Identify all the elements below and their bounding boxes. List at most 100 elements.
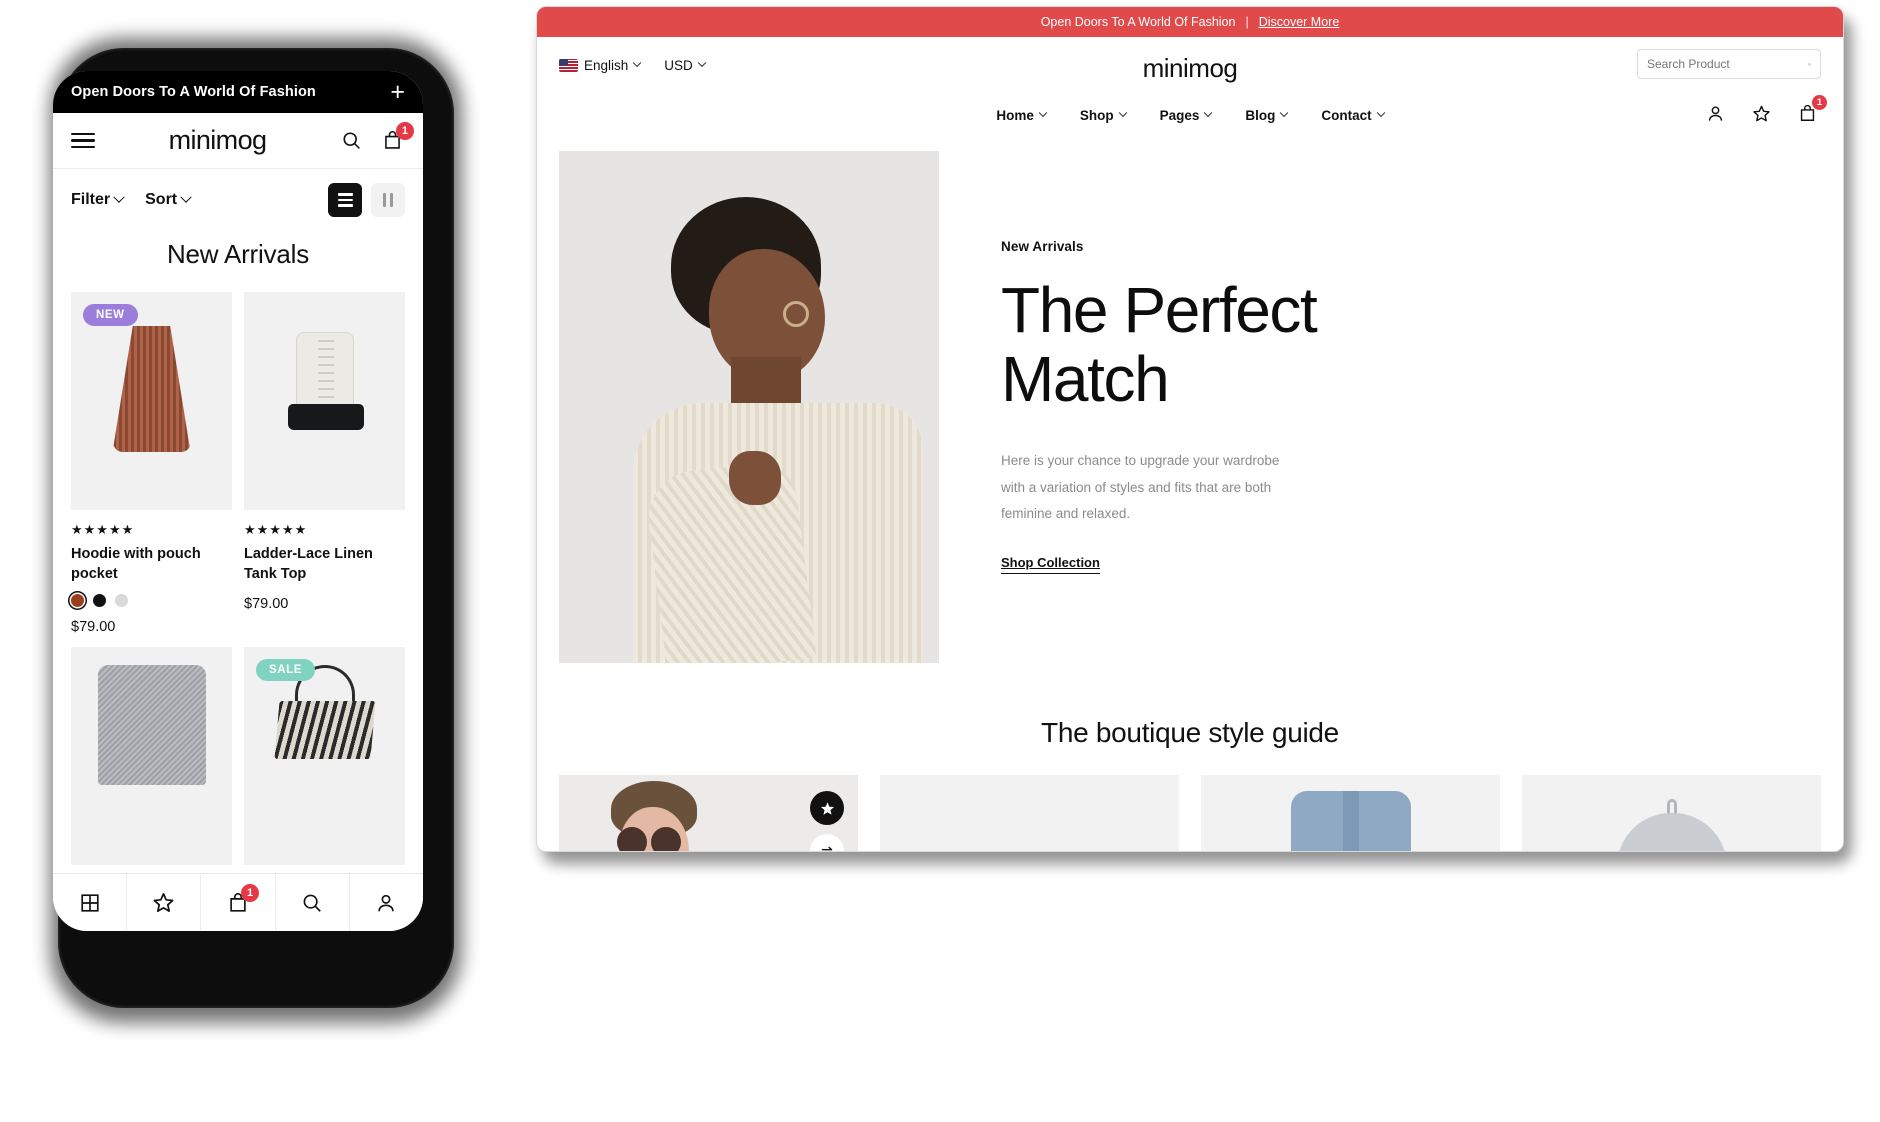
product-rating: ★★★★★ xyxy=(71,522,135,537)
mobile-page-title: New Arrivals xyxy=(166,239,310,269)
product-image[interactable]: NEW xyxy=(71,292,232,510)
chevron-down-icon xyxy=(697,58,707,68)
mobile-header-actions: 1 xyxy=(340,121,414,153)
chevron-down-icon xyxy=(1376,108,1385,118)
nav-item-contact[interactable]: Contact xyxy=(1321,107,1385,123)
mobile-announcement-bar[interactable]: Open Doors To A World Of Fashion + xyxy=(53,71,423,113)
cart-count-badge: 1 xyxy=(241,883,259,902)
color-swatch[interactable] xyxy=(93,594,106,607)
mobile-view-toggle-group xyxy=(328,183,405,217)
bottom-nav-account[interactable] xyxy=(350,874,423,931)
us-flag-icon xyxy=(559,58,578,72)
product-rating: ★★★★★ xyxy=(244,522,308,537)
search-icon xyxy=(303,894,322,912)
cart-icon[interactable]: 1 xyxy=(226,883,259,915)
star-icon xyxy=(153,893,174,912)
desktop-header-icons: 1 xyxy=(1703,95,1827,125)
product-photo-bag xyxy=(273,665,376,765)
search-input[interactable] xyxy=(1647,57,1802,71)
desktop-announcement-bar: Open Doors To A World Of Fashion | Disco… xyxy=(537,7,1843,37)
style-guide-card[interactable] xyxy=(1522,775,1821,851)
style-photo-denim-shirt xyxy=(1290,791,1411,851)
product-price: $79.00 xyxy=(244,596,289,612)
bottom-nav-wishlist[interactable] xyxy=(127,874,202,931)
chevron-down-icon xyxy=(180,191,192,203)
shop-collection-link[interactable]: Shop Collection xyxy=(1001,555,1100,575)
style-photo-garment xyxy=(1616,799,1727,851)
product-card[interactable]: SALE xyxy=(244,647,405,865)
cart-icon[interactable]: 1 xyxy=(381,121,414,153)
style-guide-grid xyxy=(537,749,1843,851)
product-card[interactable]: ★★★★★ Ladder-Lace Linen Tank Top $79.00 xyxy=(244,292,405,635)
wishlist-star-icon[interactable] xyxy=(810,791,844,825)
nav-item-shop[interactable]: Shop xyxy=(1079,107,1127,123)
product-photo-boot xyxy=(282,332,368,442)
color-swatch[interactable] xyxy=(71,594,84,607)
mobile-announcement-expand-icon[interactable]: + xyxy=(390,79,405,105)
product-image[interactable]: SALE xyxy=(244,647,405,865)
mobile-bottom-nav: 1 xyxy=(53,873,423,931)
nav-label: Shop xyxy=(1079,107,1114,123)
chevron-down-icon xyxy=(113,191,125,203)
nav-label: Home xyxy=(996,107,1034,123)
product-card[interactable]: NEW ★★★★★ Hoodie with pouch pocket $79.0… xyxy=(71,292,232,635)
product-image[interactable] xyxy=(244,292,405,510)
language-selector[interactable]: English xyxy=(559,57,642,73)
screenshot-stage: Open Doors To A World Of Fashion + minim… xyxy=(0,0,1880,1122)
language-label: English xyxy=(584,57,629,73)
nav-item-blog[interactable]: Blog xyxy=(1245,108,1289,123)
desktop-main-nav: Home Shop Pages Blog Contact 1 xyxy=(537,93,1843,137)
product-title[interactable]: Hoodie with pouch pocket xyxy=(71,544,232,584)
currency-selector[interactable]: USD xyxy=(664,57,707,73)
hero-description: Here is your chance to upgrade your ward… xyxy=(1001,453,1280,521)
nav-label: Contact xyxy=(1321,107,1372,123)
browser-viewport: Open Doors To A World Of Fashion | Disco… xyxy=(536,6,1844,852)
mobile-logo[interactable]: minimog xyxy=(169,125,267,156)
hamburger-menu-icon[interactable] xyxy=(71,132,95,149)
style-guide-card[interactable] xyxy=(1201,775,1500,851)
column-view-icon xyxy=(382,193,394,207)
chevron-down-icon xyxy=(633,58,642,68)
product-card[interactable] xyxy=(71,647,232,865)
style-guide-card[interactable] xyxy=(559,775,858,851)
nav-item-pages[interactable]: Pages xyxy=(1160,108,1213,123)
product-image[interactable] xyxy=(71,647,232,865)
product-title[interactable]: Ladder-Lace Linen Tank Top xyxy=(244,544,405,584)
chevron-down-icon xyxy=(1038,108,1048,118)
currency-label: USD xyxy=(664,57,693,73)
hero-eyebrow: New Arrivals xyxy=(1001,239,1084,254)
list-view-icon xyxy=(337,193,353,207)
product-photo-skirt xyxy=(112,326,191,452)
desktop-announcement-text: Open Doors To A World Of Fashion xyxy=(1040,15,1236,29)
mobile-header: minimog 1 xyxy=(53,113,423,169)
chevron-down-icon xyxy=(1204,108,1213,118)
color-swatch[interactable] xyxy=(115,594,128,607)
search-box[interactable] xyxy=(1637,49,1821,79)
search-icon[interactable] xyxy=(340,129,364,153)
wishlist-star-icon[interactable] xyxy=(1749,101,1773,125)
hero-section: New Arrivals The Perfect Match Here is y… xyxy=(537,137,1843,663)
cart-icon[interactable]: 1 xyxy=(1795,95,1827,125)
column-view-button[interactable] xyxy=(371,183,405,217)
discover-more-link[interactable]: Discover More xyxy=(1259,15,1340,29)
compare-icon[interactable] xyxy=(810,834,844,851)
account-icon[interactable] xyxy=(1703,101,1727,125)
sort-label: Sort xyxy=(145,191,178,208)
mobile-announcement-text: Open Doors To A World Of Fashion xyxy=(71,84,316,100)
hero-text-block: New Arrivals The Perfect Match Here is y… xyxy=(939,151,1821,663)
bottom-nav-cart[interactable]: 1 xyxy=(201,874,276,931)
nav-item-home[interactable]: Home xyxy=(996,107,1048,123)
list-view-button[interactable] xyxy=(328,183,362,217)
account-icon xyxy=(378,894,395,911)
mobile-filter-toolbar: Filter Sort xyxy=(53,169,423,231)
style-guide-card[interactable] xyxy=(880,775,1179,851)
filter-dropdown[interactable]: Filter xyxy=(71,191,125,209)
bottom-nav-grid[interactable] xyxy=(53,874,128,931)
sort-dropdown[interactable]: Sort xyxy=(145,191,192,209)
bottom-nav-search[interactable] xyxy=(276,874,350,931)
chevron-down-icon xyxy=(1118,108,1127,118)
nav-items: Home Shop Pages Blog Contact xyxy=(996,107,1385,123)
desktop-logo[interactable]: minimog xyxy=(1143,53,1238,84)
desktop-topbar: English USD minimog xyxy=(537,37,1843,93)
product-price: $79.00 xyxy=(71,619,116,635)
